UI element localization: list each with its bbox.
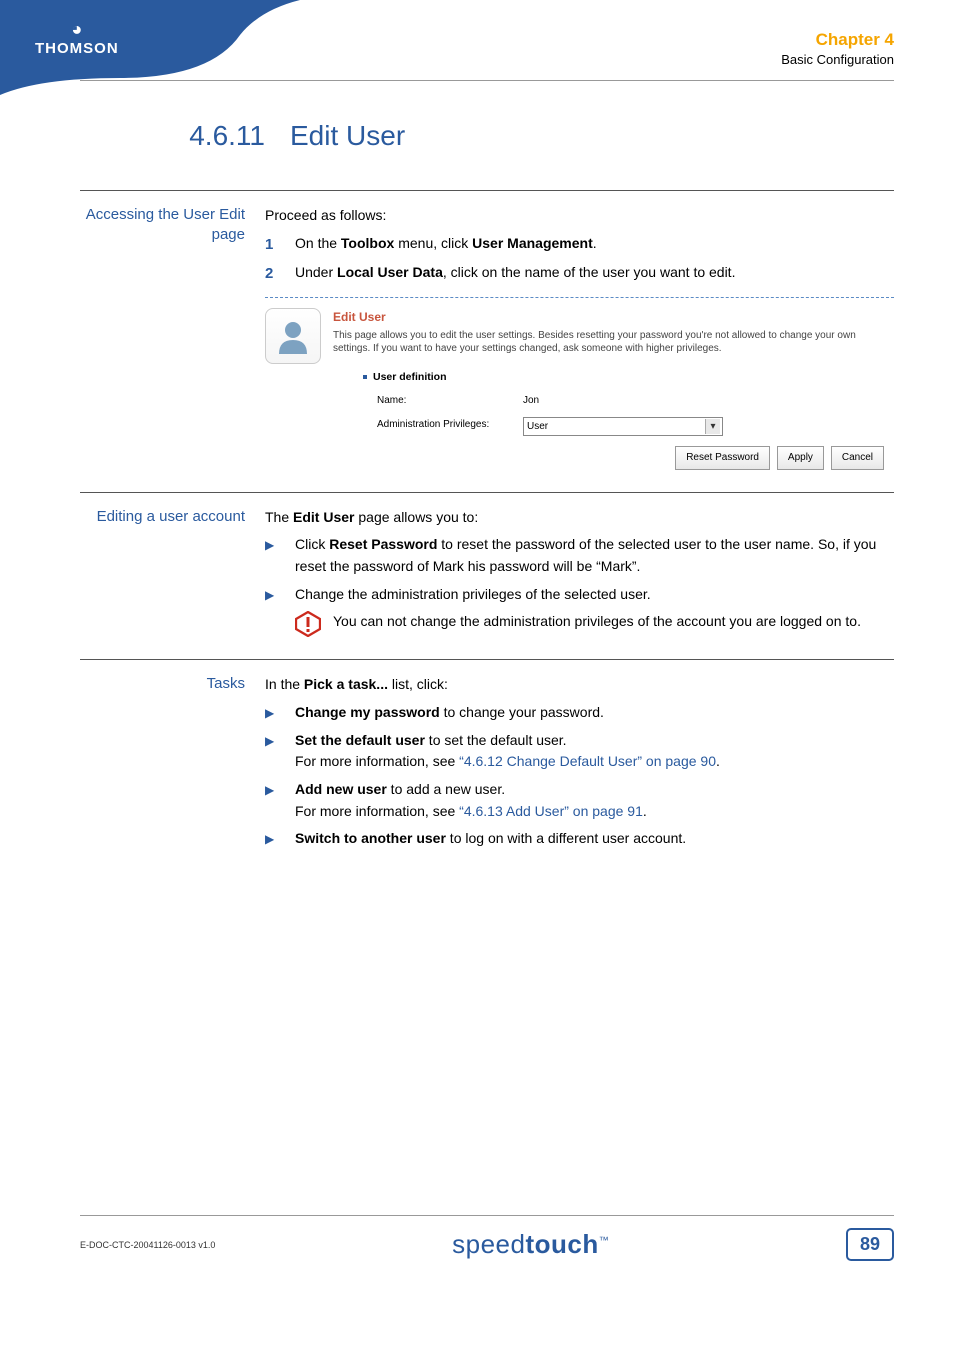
section-number: 4.6.11 — [80, 120, 265, 152]
thomson-logo-mark: ◕ — [35, 20, 119, 38]
block-label: Accessing the User Edit page — [80, 205, 265, 470]
step-text: Under Local User Data, click on the name… — [295, 262, 894, 285]
intro-text: Proceed as follows: — [265, 205, 894, 227]
bullet-text: Click Reset Password to reset the passwo… — [295, 534, 894, 577]
page-footer: E-DOC-CTC-20041126-0013 v1.0 speedtouch™… — [80, 1215, 894, 1261]
chapter-label: Chapter 4 — [781, 30, 894, 50]
panel-section-header: User definition — [363, 369, 894, 385]
header-right: Chapter 4 Basic Configuration — [781, 30, 894, 67]
page-number: 89 — [846, 1228, 894, 1261]
intro-text: The Edit User page allows you to: — [265, 507, 894, 529]
block-tasks: Tasks In the Pick a task... list, click:… — [80, 659, 894, 872]
bullet-dot-icon — [363, 375, 367, 379]
block-label: Tasks — [80, 674, 265, 850]
step-marker: 2 — [265, 262, 295, 285]
bullet-text: Change the administration privileges of … — [295, 584, 894, 606]
cancel-button[interactable]: Cancel — [831, 446, 884, 470]
warning-text: You can not change the administration pr… — [333, 611, 894, 637]
name-label: Name: — [363, 393, 523, 409]
bullet-icon: ▶ — [265, 534, 295, 577]
block-editing: Editing a user account The Edit User pag… — [80, 492, 894, 660]
step-marker: 1 — [265, 233, 295, 256]
thomson-logo-text: THOMSON — [35, 40, 119, 57]
bullet-text: Set the default user to set the default … — [295, 730, 894, 773]
link-change-default-user[interactable]: “4.6.12 Change Default User” on page 90 — [459, 753, 716, 769]
section-title: Edit User — [290, 120, 405, 152]
apply-button[interactable]: Apply — [777, 446, 824, 470]
reset-password-button[interactable]: Reset Password — [675, 446, 770, 470]
priv-label: Administration Privileges: — [363, 417, 523, 437]
link-add-user[interactable]: “4.6.13 Add User” on page 91 — [459, 803, 643, 819]
bullet-icon: ▶ — [265, 779, 295, 822]
edit-user-panel: Edit User This page allows you to edit t… — [265, 297, 894, 469]
bullet-text: Add new user to add a new user. For more… — [295, 779, 894, 822]
thomson-logo: ◕ THOMSON — [35, 20, 119, 57]
block-label: Editing a user account — [80, 507, 265, 638]
bullet-text: Switch to another user to log on with a … — [295, 828, 894, 850]
bullet-icon: ▶ — [265, 702, 295, 724]
doc-id: E-DOC-CTC-20041126-0013 v1.0 — [80, 1240, 215, 1250]
block-accessing: Accessing the User Edit page Proceed as … — [80, 190, 894, 492]
bullet-icon: ▶ — [265, 828, 295, 850]
panel-desc: This page allows you to edit the user se… — [333, 329, 894, 355]
footer-brand: speedtouch™ — [215, 1229, 846, 1260]
bullet-icon: ▶ — [265, 730, 295, 773]
bullet-icon: ▶ — [265, 584, 295, 606]
user-icon — [265, 308, 321, 364]
intro-text: In the Pick a task... list, click: — [265, 674, 894, 696]
warning-icon — [295, 611, 321, 637]
header-rule — [80, 80, 894, 81]
name-value: Jon — [523, 393, 894, 409]
bullet-text: Change my password to change your passwo… — [295, 702, 894, 724]
footer-rule — [80, 1215, 894, 1216]
priv-select[interactable]: User — [523, 417, 723, 437]
step-text: On the Toolbox menu, click User Manageme… — [295, 233, 894, 256]
chapter-subtitle: Basic Configuration — [781, 52, 894, 67]
panel-title: Edit User — [333, 308, 894, 327]
